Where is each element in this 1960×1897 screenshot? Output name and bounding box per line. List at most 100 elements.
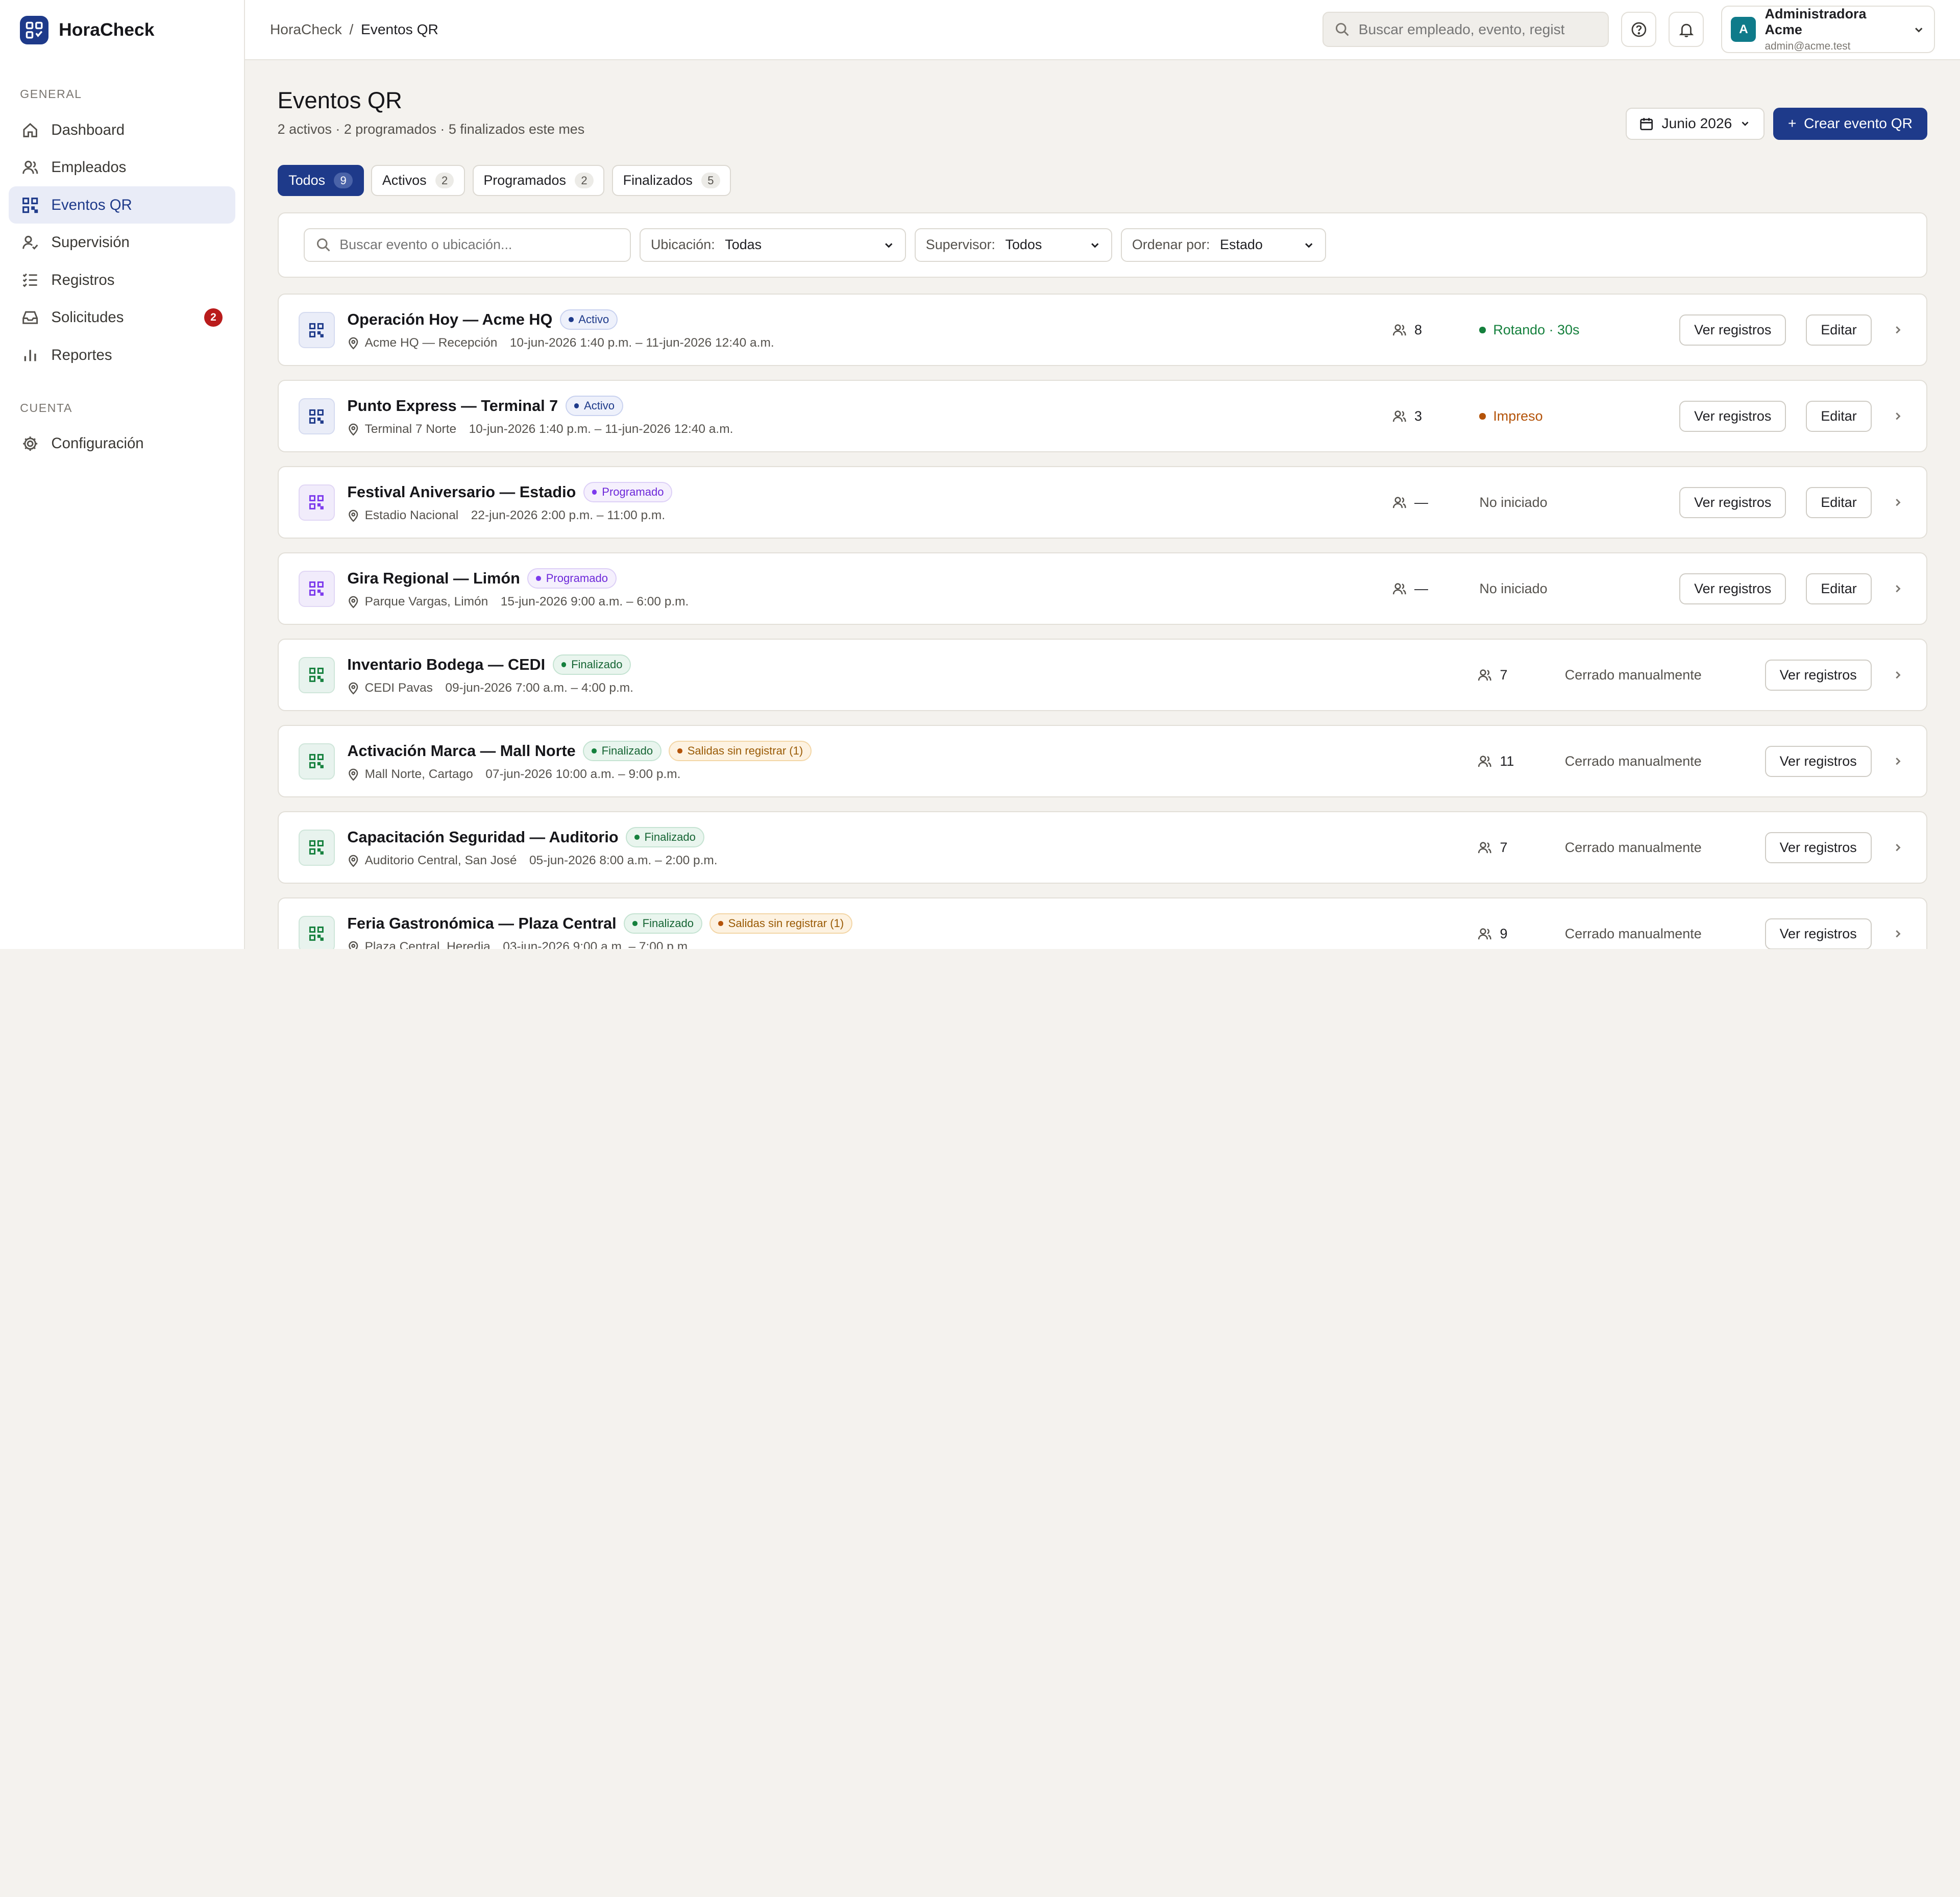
help-icon	[1631, 22, 1647, 37]
sidebar-item-label: Supervisión	[51, 234, 130, 251]
view-records-button[interactable]: Ver registros	[1765, 918, 1872, 949]
location-select[interactable]: Ubicación: Todas	[640, 228, 906, 262]
bell-icon	[1679, 23, 1694, 37]
event-dates: 15-jun-2026 9:00 a.m. – 6:00 p.m.	[500, 595, 689, 609]
chevron-right-icon[interactable]	[1889, 666, 1906, 684]
tab-activos[interactable]: Activos 2	[371, 165, 465, 197]
create-event-button[interactable]: + Crear evento QR	[1773, 107, 1928, 140]
tab-todos[interactable]: Todos 9	[277, 165, 364, 197]
event-row[interactable]: Punto Express — Terminal 7 Activo Terminal…	[277, 380, 1928, 453]
sidebar-item-supervision[interactable]: Supervisión	[9, 224, 235, 261]
edit-button[interactable]: Editar	[1806, 573, 1872, 604]
edit-button[interactable]: Editar	[1806, 400, 1872, 432]
event-name[interactable]: Punto Express — Terminal 7	[347, 397, 558, 415]
sidebar-item-configuracion[interactable]: Configuración	[9, 425, 235, 463]
breadcrumb-root[interactable]: HoraCheck	[270, 21, 342, 38]
attendee-count-value: 3	[1414, 408, 1423, 424]
event-row[interactable]: Operación Hoy — Acme HQ Activo Acme HQ — R…	[277, 294, 1928, 367]
sidebar-item-dashboard[interactable]: Dashboard	[9, 111, 235, 149]
event-name[interactable]: Activación Marca — Mall Norte	[347, 742, 575, 760]
qr-status: No iniciado	[1479, 581, 1679, 597]
brand[interactable]: HoraCheck	[0, 0, 244, 60]
view-records-button[interactable]: Ver registros	[1679, 487, 1786, 519]
sidebar-item-empleados[interactable]: Empleados	[9, 149, 235, 186]
topbar: HoraCheck / Eventos QR A Administradora …	[245, 0, 1960, 60]
grid-icon	[22, 197, 38, 213]
sidebar-item-solicitudes[interactable]: Solicitudes 2	[9, 299, 235, 336]
map-pin-icon	[349, 509, 358, 522]
sidebar-item-registros[interactable]: Registros	[9, 261, 235, 299]
select-label: Supervisor:	[925, 237, 995, 253]
tab-programados[interactable]: Programados 2	[472, 165, 605, 197]
tab-finalizados[interactable]: Finalizados 5	[612, 165, 731, 197]
edit-button[interactable]: Editar	[1806, 487, 1872, 519]
edit-button[interactable]: Editar	[1806, 314, 1872, 346]
view-records-button[interactable]: Ver registros	[1765, 832, 1872, 863]
view-records-button[interactable]: Ver registros	[1679, 573, 1786, 604]
attendee-count: —	[1392, 495, 1479, 510]
notifications-button[interactable]	[1669, 12, 1704, 47]
supervisor-select[interactable]: Supervisor: Todos	[915, 228, 1113, 262]
help-button[interactable]	[1621, 12, 1656, 47]
status-badge-label: Finalizado	[642, 917, 694, 930]
sidebar-item-reportes[interactable]: Reportes	[9, 336, 235, 374]
status-dot	[1479, 327, 1486, 333]
user-menu[interactable]: A Administradora Acme admin@acme.test	[1721, 6, 1935, 54]
sidebar-item-label: Eventos QR	[51, 196, 132, 213]
chevron-right-icon[interactable]	[1889, 321, 1906, 338]
chevron-right-icon[interactable]	[1889, 494, 1906, 511]
view-records-button[interactable]: Ver registros	[1679, 400, 1786, 432]
event-search[interactable]	[303, 228, 631, 262]
event-name[interactable]: Inventario Bodega — CEDI	[347, 656, 545, 674]
view-records-button[interactable]: Ver registros	[1765, 745, 1872, 777]
attendee-count: 7	[1477, 667, 1564, 683]
event-name[interactable]: Capacitación Seguridad — Auditorio	[347, 829, 618, 846]
sort-select[interactable]: Ordenar por: Estado	[1121, 228, 1326, 262]
qr-status-label: No iniciado	[1479, 580, 1548, 596]
event-name[interactable]: Festival Aniversario — Estadio	[347, 483, 576, 501]
view-records-button[interactable]: Ver registros	[1679, 314, 1786, 346]
event-row[interactable]: Festival Aniversario — Estadio Programado…	[277, 466, 1928, 539]
month-picker-button[interactable]: Junio 2026	[1625, 107, 1765, 140]
global-search[interactable]	[1322, 12, 1609, 47]
sidebar-item-label: Reportes	[51, 346, 112, 363]
qr-status: Rotando · 30s	[1479, 322, 1679, 338]
event-dates: 05-jun-2026 8:00 a.m. – 2:00 p.m.	[529, 854, 718, 868]
chevron-right-icon[interactable]	[1889, 925, 1906, 942]
event-row[interactable]: Activación Marca — Mall Norte Finalizado S…	[277, 725, 1928, 798]
event-search-input[interactable]	[339, 237, 615, 253]
event-row[interactable]: Capacitación Seguridad — Auditorio Finali…	[277, 811, 1928, 884]
qr-code-icon	[298, 311, 335, 348]
event-name[interactable]: Operación Hoy — Acme HQ	[347, 311, 552, 329]
chevron-right-icon[interactable]	[1889, 839, 1906, 856]
global-search-input[interactable]	[1358, 21, 1596, 38]
select-label: Ordenar por:	[1132, 237, 1210, 253]
sidebar-item-eventos-qr[interactable]: Eventos QR	[9, 186, 235, 224]
qr-status-label: Cerrado manualmente	[1564, 839, 1702, 855]
chevron-right-icon[interactable]	[1889, 580, 1906, 597]
users-icon	[1478, 928, 1492, 939]
event-name[interactable]: Gira Regional — Limón	[347, 570, 520, 588]
event-dates: 07-jun-2026 10:00 a.m. – 9:00 p.m.	[485, 767, 681, 782]
status-badge: Finalizado	[626, 827, 704, 848]
chevron-right-icon[interactable]	[1889, 407, 1906, 425]
chevron-right-icon[interactable]	[1889, 752, 1906, 770]
warning-badge: Salidas sin registrar (1)	[709, 913, 852, 934]
select-value: Todas	[725, 237, 762, 253]
event-row[interactable]: Inventario Bodega — CEDI Finalizado CEDI P…	[277, 639, 1928, 712]
event-row[interactable]: Feria Gastronómica — Plaza Central Finali…	[277, 897, 1928, 949]
status-badge: Finalizado	[624, 913, 702, 934]
view-records-button[interactable]: Ver registros	[1765, 659, 1872, 691]
status-badge-label: Finalizado	[571, 658, 623, 671]
attendee-count-value: 7	[1500, 839, 1508, 855]
breadcrumb: HoraCheck / Eventos QR	[270, 21, 1310, 38]
status-badge-label: Finalizado	[601, 744, 653, 758]
chevron-down-icon	[1742, 121, 1749, 127]
inbox-icon	[22, 311, 38, 324]
attendee-count: 11	[1477, 753, 1564, 769]
event-row[interactable]: Gira Regional — Limón Programado Parque Va…	[277, 552, 1928, 625]
month-label: Junio 2026	[1661, 115, 1732, 132]
bar-chart-icon	[24, 350, 36, 361]
event-name[interactable]: Feria Gastronómica — Plaza Central	[347, 915, 616, 933]
qr-code-icon	[298, 656, 335, 693]
